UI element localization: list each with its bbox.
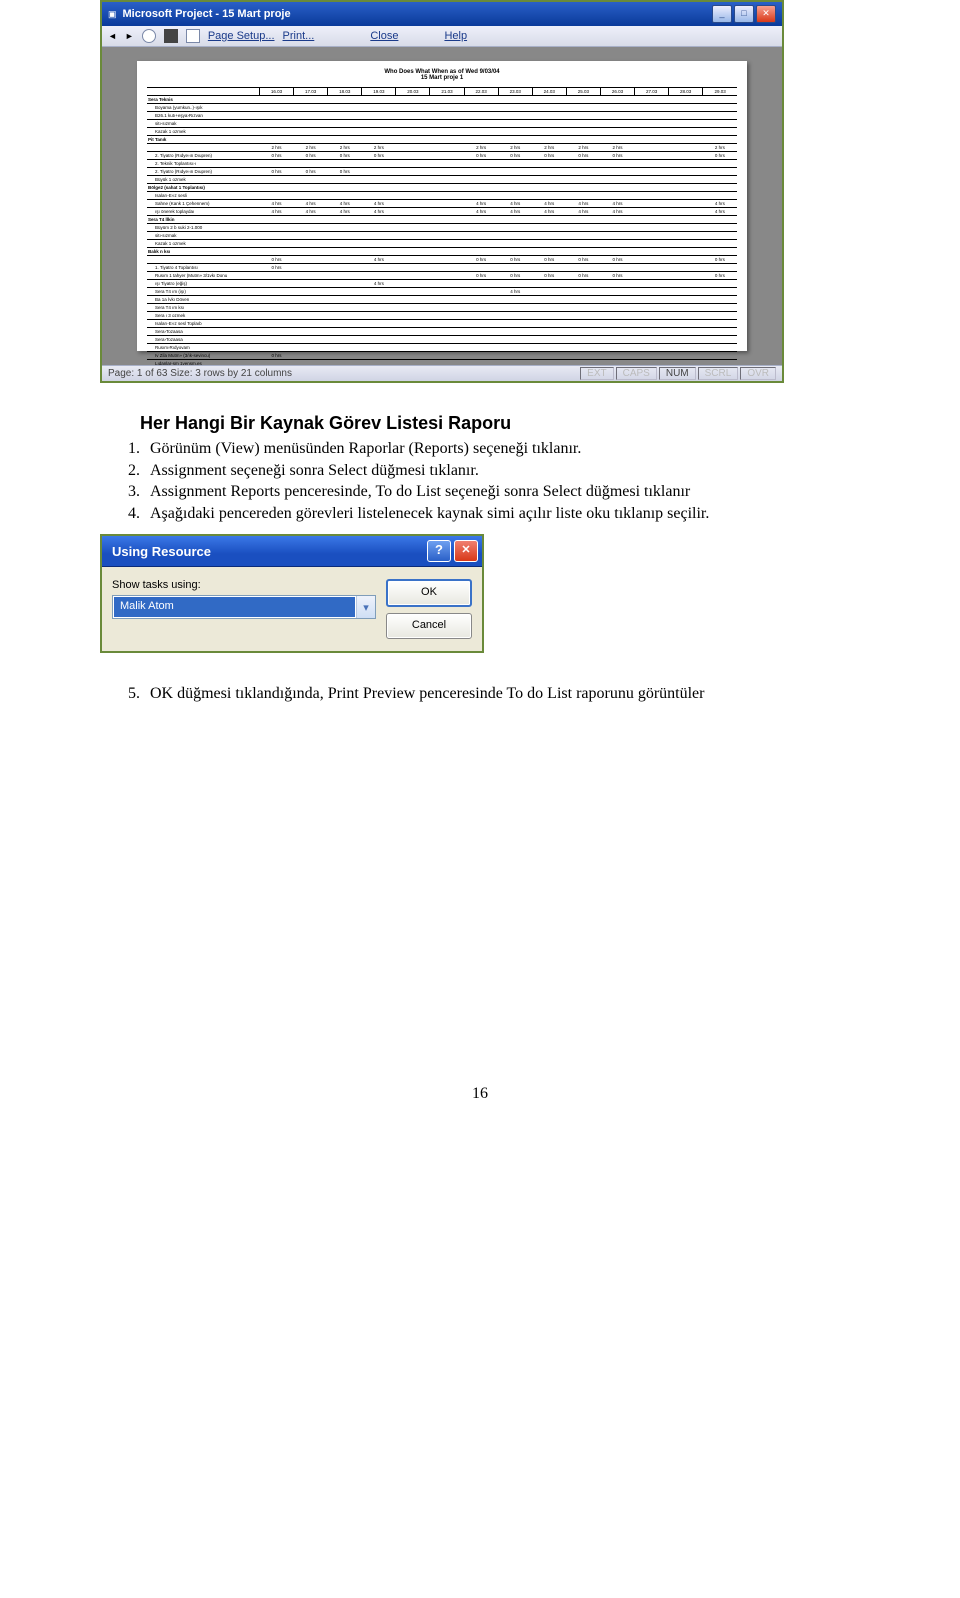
close-preview-button[interactable]: Close xyxy=(370,30,398,42)
dialog-title: Using Resource xyxy=(112,544,424,559)
dialog-titlebar: Using Resource ? ✕ xyxy=(102,536,482,567)
status-cell: EXT xyxy=(580,367,613,380)
help-button[interactable]: Help xyxy=(444,30,467,42)
status-cell: OVR xyxy=(740,367,776,380)
print-button[interactable]: Print... xyxy=(283,30,315,42)
one-page-icon[interactable] xyxy=(164,29,178,43)
minimize-button[interactable]: _ xyxy=(712,5,732,23)
report-page: Who Does What When as of Wed 9/03/04 15 … xyxy=(137,61,747,351)
step-text: Görünüm (View) menüsünden Raporlar (Repo… xyxy=(150,438,860,460)
maximize-button[interactable]: □ xyxy=(734,5,754,23)
step-5: 5. OK düğmesi tıklandığında, Print Previ… xyxy=(100,683,860,705)
multi-page-icon[interactable] xyxy=(186,29,200,43)
dropdown-arrow-icon[interactable]: ▾ xyxy=(356,596,375,618)
dialog-help-button[interactable]: ? xyxy=(427,540,451,562)
app-icon: ▣ xyxy=(108,9,117,20)
using-resource-dialog: Using Resource ? ✕ Show tasks using: Mal… xyxy=(100,534,484,653)
dialog-close-button[interactable]: ✕ xyxy=(454,540,478,562)
status-cell: SCRL xyxy=(698,367,739,380)
ok-button[interactable]: OK xyxy=(386,579,472,607)
resource-selected-value: Malik Atom xyxy=(114,597,355,617)
nav-left-icon[interactable]: ◄ xyxy=(108,31,117,41)
steps-list: 1.Görünüm (View) menüsünden Raporlar (Re… xyxy=(100,438,860,524)
status-cell: CAPS xyxy=(616,367,657,380)
titlebar: ▣ Microsoft Project - 15 Mart proje _ □ … xyxy=(102,2,782,26)
page-number: 16 xyxy=(100,1085,860,1103)
show-tasks-label: Show tasks using: xyxy=(112,579,376,591)
section-heading: Her Hangi Bir Kaynak Görev Listesi Rapor… xyxy=(140,413,860,434)
cancel-button[interactable]: Cancel xyxy=(386,613,472,639)
close-button[interactable]: ✕ xyxy=(756,5,776,23)
nav-right-icon[interactable]: ► xyxy=(125,31,134,41)
status-cell: NUM xyxy=(659,367,696,380)
step-text: Assignment seçeneği sonra Select düğmesi… xyxy=(150,460,860,482)
preview-area: Who Does What When as of Wed 9/03/04 15 … xyxy=(102,47,782,365)
step-text: Assignment Reports penceresinde, To do L… xyxy=(150,481,860,503)
resource-select[interactable]: Malik Atom ▾ xyxy=(112,595,376,619)
toolbar: ◄ ► Page Setup... Print... Close Help xyxy=(102,26,782,47)
step-text: Aşağıdaki pencereden görevleri listelene… xyxy=(150,503,860,525)
window-title: Microsoft Project - 15 Mart proje xyxy=(123,8,706,20)
status-bar: Page: 1 of 63 Size: 3 rows by 21 columns… xyxy=(102,365,782,381)
report-table: 16.0317.0318.0319.0320.0321.0322.0323.03… xyxy=(147,87,737,365)
status-page-info: Page: 1 of 63 Size: 3 rows by 21 columns xyxy=(108,368,578,379)
report-title-2: 15 Mart proje 1 xyxy=(147,75,737,81)
page-setup-button[interactable]: Page Setup... xyxy=(208,30,275,42)
zoom-icon[interactable] xyxy=(142,29,156,43)
print-preview-window: ▣ Microsoft Project - 15 Mart proje _ □ … xyxy=(100,0,784,383)
